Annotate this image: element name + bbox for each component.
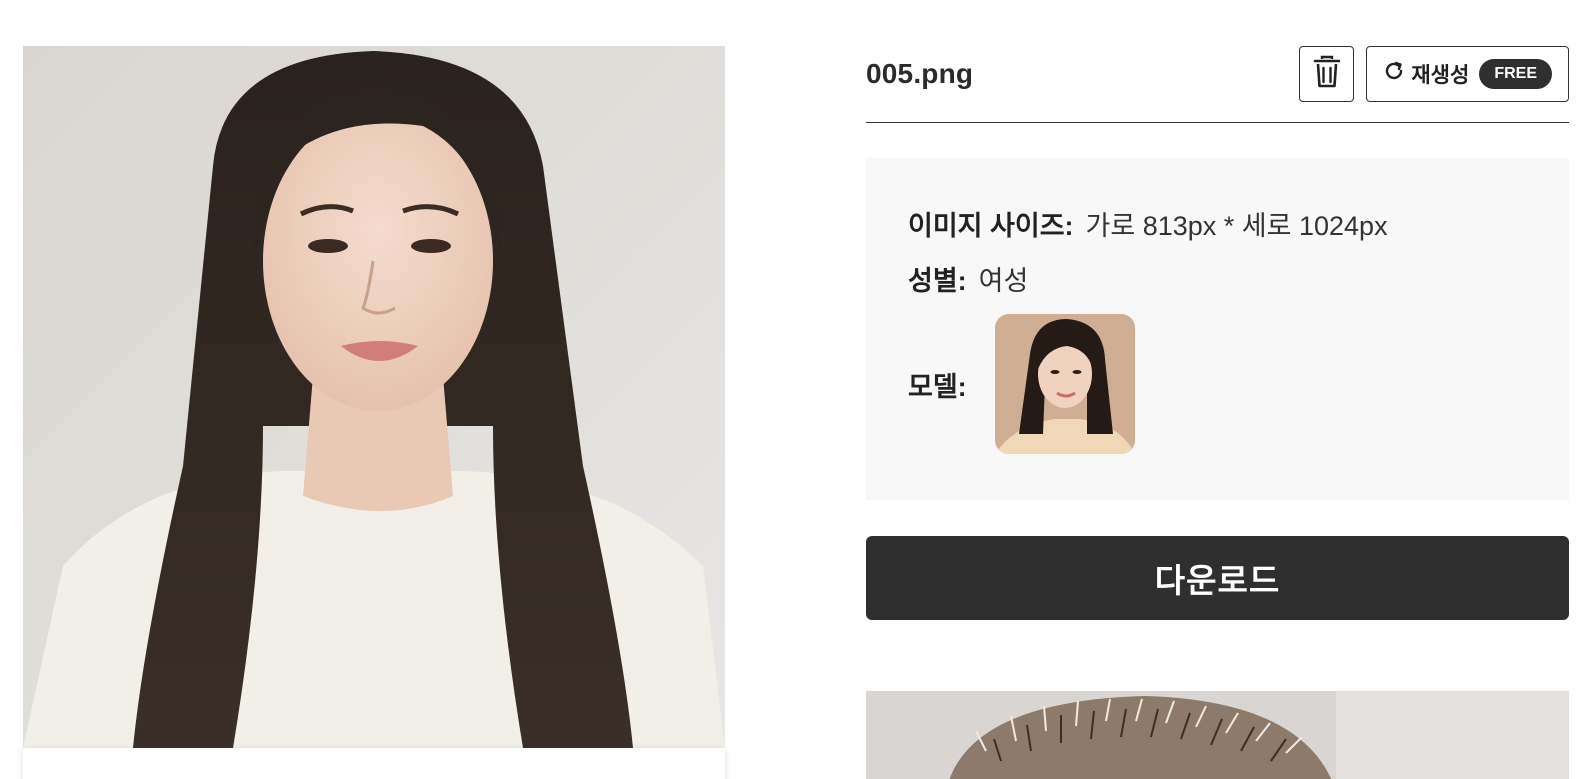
regenerate-label: 재생성 [1411,64,1470,87]
model-thumbnail[interactable] [994,314,1135,454]
next-result-image[interactable] [866,691,1569,779]
gender-label: 성별: [908,266,967,296]
header-divider [866,122,1569,123]
generated-image[interactable] [23,46,725,748]
header-actions: 재생성 FREE [1299,46,1569,102]
size-label: 이미지 사이즈: [908,211,1074,241]
result-page: 005.png 재생성 FREE 이미지 사이즈: 가로 813px * 세로 … [0,0,1595,779]
file-name: 005.png [866,58,974,89]
download-button[interactable]: 다운로드 [866,536,1569,620]
trash-icon [1312,55,1342,94]
model-label: 모델: [908,371,967,402]
gender-row: 성별: 여성 [908,259,1527,298]
free-badge: FREE [1479,59,1552,89]
size-row: 이미지 사이즈: 가로 813px * 세로 1024px [908,204,1527,243]
delete-button[interactable] [1299,46,1355,102]
result-panel: 005.png 재생성 FREE 이미지 사이즈: 가로 813px * 세로 … [866,46,1569,620]
gender-value: 여성 [978,266,1029,296]
image-info-card: 이미지 사이즈: 가로 813px * 세로 1024px 성별: 여성 모델: [866,158,1569,500]
regenerate-button[interactable]: 재생성 FREE [1366,46,1569,102]
result-header: 005.png 재생성 FREE [866,46,1569,102]
refresh-icon [1383,60,1405,88]
size-value: 가로 813px * 세로 1024px [1085,211,1388,241]
image-card-footer [23,748,725,779]
model-row: 모델: [908,314,1527,454]
